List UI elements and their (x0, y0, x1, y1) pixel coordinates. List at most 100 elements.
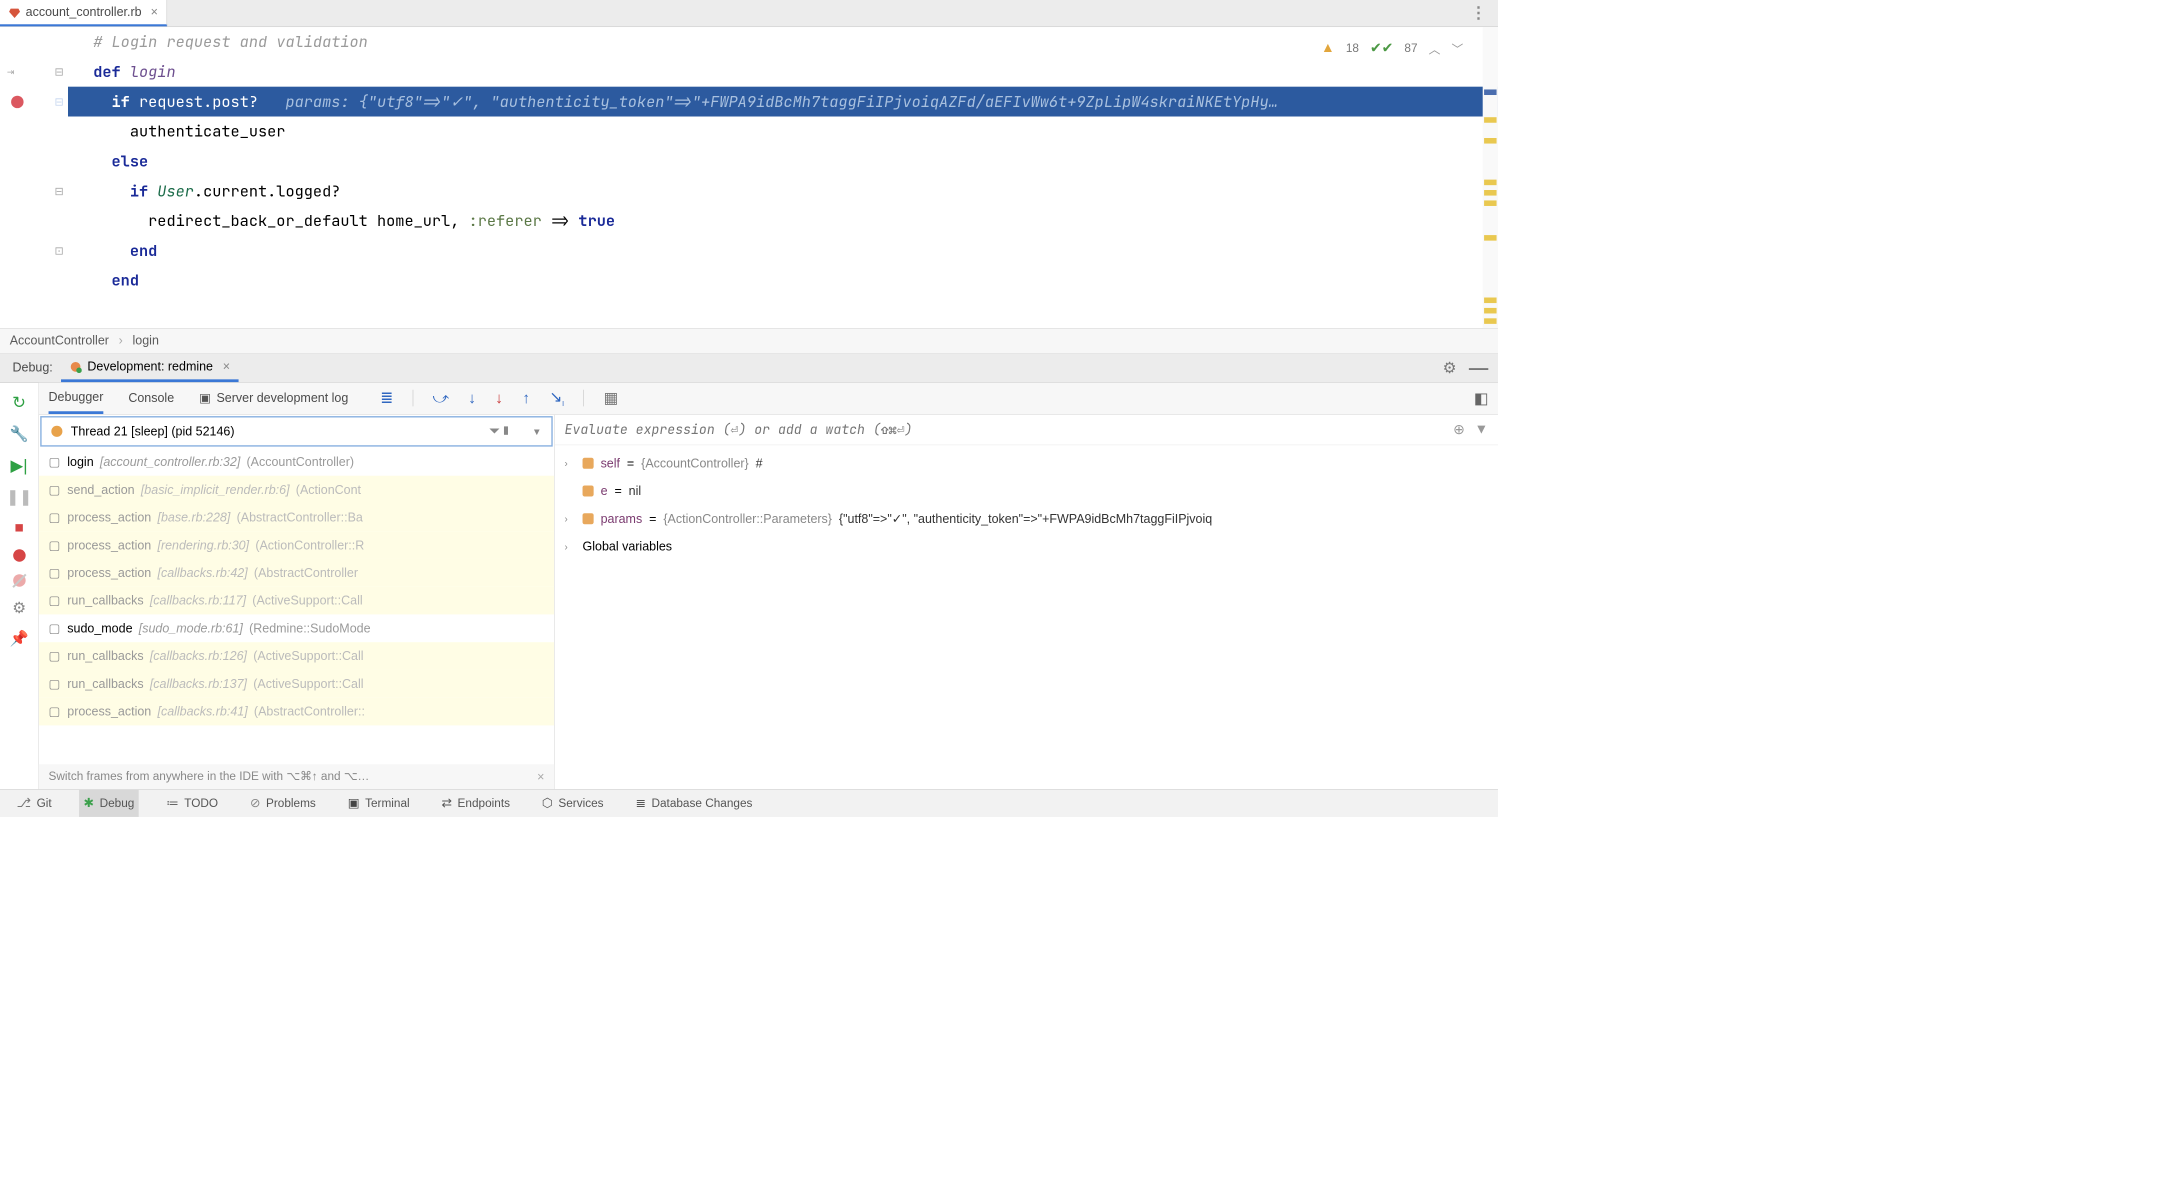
frames-tip-text: Switch frames from anywhere in the IDE w… (49, 770, 370, 784)
stack-frame[interactable]: ▢process_action [callbacks.rb:42] (Abstr… (39, 559, 554, 587)
frame-icon: ▢ (49, 566, 61, 581)
debug-session-tab[interactable]: Development: redmine × (61, 354, 238, 382)
fold-icon[interactable]: ⊟ (55, 65, 64, 79)
debug-label: Debug: (4, 361, 61, 376)
frame-icon: ▢ (49, 593, 61, 608)
stack-frame[interactable]: ▢sudo_mode [sudo_mode.rb:61] (Redmine::S… (39, 614, 554, 642)
structure-breadcrumb[interactable]: AccountController › login (0, 328, 1498, 354)
stack-frame[interactable]: ▢run_callbacks [callbacks.rb:117] (Activ… (39, 587, 554, 615)
variables-list[interactable]: ›self = {AccountController} #e = nil›par… (555, 445, 1498, 789)
sb-todo[interactable]: ≔TODO (162, 790, 222, 817)
resume-program-icon[interactable]: ▶| (11, 456, 28, 476)
editor-tab-bar: account_controller.rb × ⋮ (0, 0, 1498, 27)
variable-icon (583, 458, 594, 469)
variable-row[interactable]: ›self = {AccountController} # (555, 449, 1498, 477)
step-out-icon[interactable]: ↑ (522, 389, 530, 407)
problems-icon: ⊘ (250, 796, 260, 811)
tab-console[interactable]: Console (128, 383, 174, 414)
sb-git[interactable]: ⎇Git (12, 790, 55, 817)
file-tab[interactable]: account_controller.rb × (0, 0, 167, 26)
services-icon: ⬡ (542, 796, 553, 811)
thread-selector[interactable]: Thread 21 [sleep] (pid 52146) ⏷▮ ▼ (40, 416, 552, 447)
stack-frame[interactable]: ▢send_action [basic_implicit_render.rb:6… (39, 476, 554, 504)
tab-server-log[interactable]: ▣Server development log (199, 383, 348, 414)
breakpoint-icon[interactable] (11, 95, 23, 107)
fold-icon[interactable]: ⊟ (55, 184, 64, 198)
mute-breakpoints-icon[interactable] (13, 574, 25, 586)
db-icon: ≣ (635, 796, 645, 811)
stack-frame[interactable]: ▢process_action [callbacks.rb:41] (Abstr… (39, 698, 554, 726)
settings-gear-icon[interactable]: ⚙ (1443, 359, 1457, 377)
force-step-into-icon[interactable]: ↓ (495, 389, 503, 407)
warning-count: 18 (1346, 41, 1359, 55)
layout-settings-icon[interactable]: ◧ (1474, 389, 1488, 407)
variable-row[interactable]: ›params = {ActionController::Parameters}… (555, 505, 1498, 533)
modify-run-config-icon[interactable]: 🔧 (10, 425, 29, 443)
breadcrumb-class[interactable]: AccountController (10, 334, 109, 349)
pause-program-icon[interactable]: ❚❚ (6, 488, 32, 506)
sb-debug[interactable]: ✱Debug (79, 790, 138, 817)
close-session-icon[interactable]: × (223, 359, 230, 374)
ok-check-icon: ✔✔ (1370, 40, 1393, 57)
frame-icon: ▢ (49, 704, 61, 719)
frame-icon: ▢ (49, 621, 61, 636)
gutter-collapse-icon[interactable]: ⇥ (7, 66, 15, 77)
debug-tool-window-header: Debug: Development: redmine × ⚙ — (0, 354, 1498, 383)
variable-row[interactable]: ›Global variables (555, 533, 1498, 561)
stack-frame[interactable]: ▢process_action [base.rb:228] (AbstractC… (39, 503, 554, 531)
evaluate-input[interactable] (565, 421, 1444, 438)
sb-endpoints[interactable]: ⇄Endpoints (437, 790, 514, 817)
show-execution-point-icon[interactable]: ≣ (380, 389, 393, 407)
file-tab-label: account_controller.rb (26, 5, 142, 20)
debug-settings-icon[interactable]: ⚙ (12, 599, 26, 617)
sb-terminal[interactable]: ▣Terminal (344, 790, 414, 817)
hide-panel-icon[interactable]: — (1469, 357, 1488, 379)
fold-icon[interactable]: ⊟ (55, 95, 64, 109)
sb-database-changes[interactable]: ≣Database Changes (631, 790, 756, 817)
stop-program-icon[interactable]: ■ (14, 519, 23, 537)
stack-frame[interactable]: ▢process_action [rendering.rb:30] (Actio… (39, 531, 554, 559)
run-to-cursor-icon[interactable]: ↘I (549, 389, 564, 409)
stack-frame[interactable]: ▢run_callbacks [callbacks.rb:137] (Activ… (39, 670, 554, 698)
variable-icon (583, 485, 594, 496)
thread-label: Thread 21 [sleep] (pid 52146) (71, 424, 235, 439)
step-into-icon[interactable]: ↓ (468, 389, 476, 407)
evaluate-expression-icon[interactable]: ▦ (604, 389, 618, 407)
code-analysis-badges[interactable]: ▲18 ✔✔87 ︿ ﹀ (1321, 40, 1463, 57)
filter-icon[interactable]: ⏷▮ (489, 423, 511, 439)
frame-icon: ▢ (49, 482, 61, 497)
status-bar: ⎇Git ✱Debug ≔TODO ⊘Problems ▣Terminal ⇄E… (0, 789, 1498, 817)
watch-dropdown-icon[interactable]: ▼ (1475, 422, 1489, 438)
tab-debugger[interactable]: Debugger (49, 383, 104, 414)
more-menu-icon[interactable]: ⋮ (1470, 3, 1485, 23)
code-editor[interactable]: ▲18 ✔✔87 ︿ ﹀ # Login request and validat… (0, 27, 1498, 328)
step-over-icon[interactable]: ⤻ (433, 389, 449, 407)
sb-services[interactable]: ⬡Services (538, 790, 608, 817)
warning-icon: ▲ (1321, 40, 1335, 56)
breadcrumb-method[interactable]: login (133, 334, 159, 349)
close-tip-icon[interactable]: × (537, 769, 544, 784)
dropdown-icon[interactable]: ▼ (532, 426, 542, 437)
fold-end-icon[interactable]: ⊡ (55, 244, 64, 258)
frames-tip: Switch frames from anywhere in the IDE w… (39, 764, 554, 789)
frame-icon: ▢ (49, 510, 61, 525)
prev-highlight-icon[interactable]: ︿ (1429, 40, 1441, 57)
variable-row[interactable]: e = nil (555, 477, 1498, 505)
inline-variable-hint: params: {"utf8"=>"✓", "authenticity_toke… (285, 92, 1277, 112)
evaluate-expression-row: ⊕ ▼ (555, 415, 1498, 446)
error-stripe[interactable] (1483, 27, 1498, 328)
debug-side-toolbar: ↻ 🔧 ▶| ❚❚ ■ ⚙ 📌 (0, 383, 39, 789)
add-watch-icon[interactable]: ⊕ (1453, 421, 1465, 438)
view-breakpoints-icon[interactable] (13, 549, 25, 561)
debugger-sub-tabs: Debugger Console ▣Server development log… (39, 383, 1498, 415)
rerun-icon[interactable]: ↻ (12, 393, 26, 413)
stack-frame[interactable]: ▢login [account_controller.rb:32] (Accou… (39, 448, 554, 476)
stack-frame[interactable]: ▢run_callbacks [callbacks.rb:126] (Activ… (39, 642, 554, 670)
sb-problems[interactable]: ⊘Problems (246, 790, 320, 817)
frames-pane: Thread 21 [sleep] (pid 52146) ⏷▮ ▼ ▢logi… (39, 415, 555, 789)
pin-tab-icon[interactable]: 📌 (10, 630, 29, 648)
close-tab-icon[interactable]: × (151, 5, 158, 20)
frames-list[interactable]: ▢login [account_controller.rb:32] (Accou… (39, 448, 554, 764)
chevron-right-icon: › (119, 334, 123, 349)
next-highlight-icon[interactable]: ﹀ (1451, 40, 1463, 57)
